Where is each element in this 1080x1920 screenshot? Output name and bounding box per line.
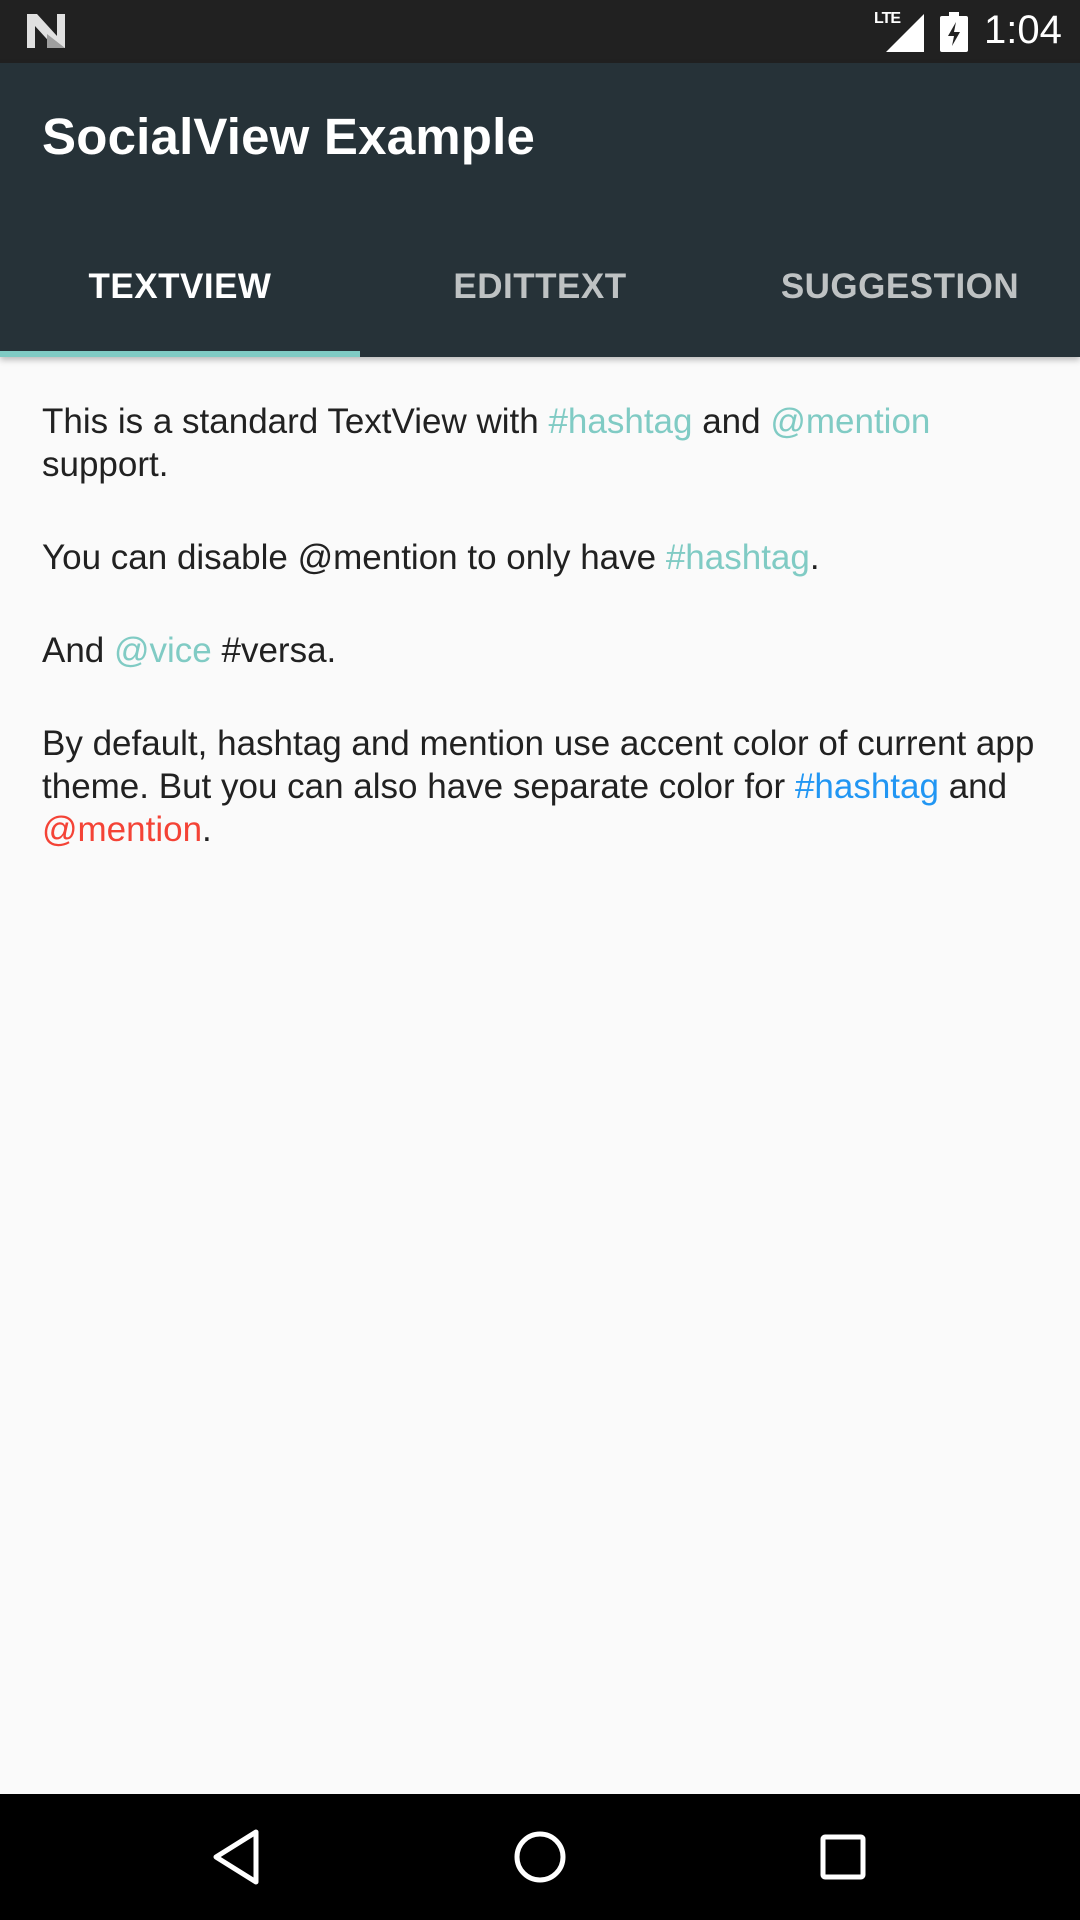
- paragraph-disable: You can disable @mention to only have #h…: [42, 536, 1042, 579]
- text: You can disable @mention to only have: [42, 538, 666, 577]
- paragraph-intro: This is a standard TextView with #hashta…: [42, 400, 1042, 486]
- text: support.: [42, 445, 169, 484]
- signal-icon: LTE: [874, 10, 924, 52]
- navigation-bar: [0, 1794, 1080, 1920]
- status-bar: LTE 1:04: [0, 0, 1080, 63]
- tab-edittext[interactable]: EDITTEXT: [360, 231, 720, 357]
- text: #versa.: [211, 631, 337, 670]
- text: This is a standard TextView with: [42, 402, 549, 441]
- tab-bar: TEXTVIEW EDITTEXT SUGGESTION: [0, 231, 1080, 357]
- paragraph-vice-versa: And @vice #versa.: [42, 629, 1042, 672]
- n-logo-icon: [27, 14, 65, 48]
- hashtag-link[interactable]: #hashtag: [666, 538, 810, 577]
- battery-icon: [940, 12, 968, 52]
- clock: 1:04: [984, 8, 1062, 52]
- app-bar: SocialView Example TEXTVIEW EDITTEXT SUG…: [0, 63, 1080, 357]
- text: and: [938, 767, 1008, 806]
- recents-icon[interactable]: [810, 1824, 876, 1890]
- text: .: [809, 538, 820, 577]
- tab-textview[interactable]: TEXTVIEW: [0, 231, 360, 357]
- home-icon[interactable]: [507, 1824, 573, 1890]
- back-icon[interactable]: [204, 1824, 270, 1890]
- mention-link[interactable]: @vice: [114, 631, 212, 670]
- hashtag-link[interactable]: #hashtag: [795, 767, 939, 806]
- paragraph-colors: By default, hashtag and mention use acce…: [42, 722, 1042, 851]
- tab-suggestion[interactable]: SUGGESTION: [720, 231, 1080, 357]
- text: And: [42, 631, 114, 670]
- mention-link[interactable]: @mention: [42, 810, 202, 849]
- app-title: SocialView Example: [42, 108, 536, 165]
- text: .: [202, 810, 212, 849]
- text-content: This is a standard TextView with #hashta…: [42, 400, 1042, 901]
- mention-link[interactable]: @mention: [770, 402, 930, 441]
- hashtag-link[interactable]: #hashtag: [548, 402, 692, 441]
- text: and: [692, 402, 771, 441]
